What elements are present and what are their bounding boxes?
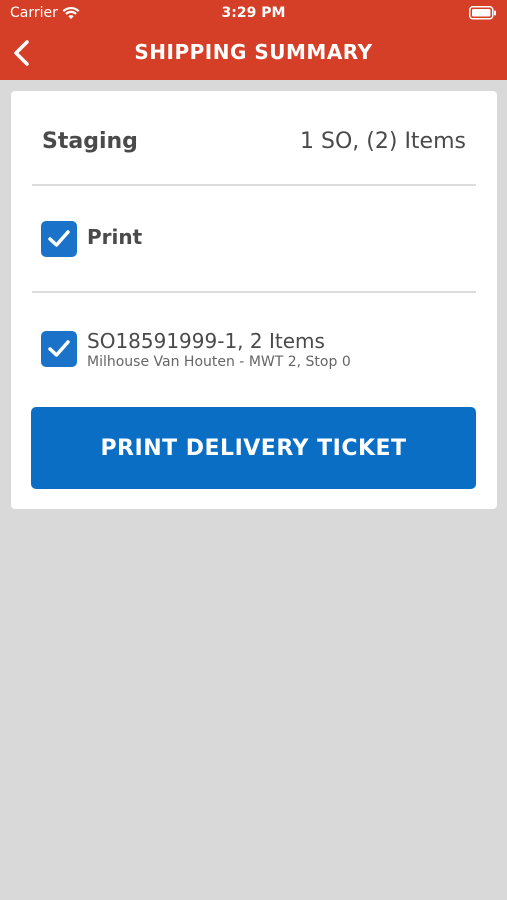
order-subtitle: Milhouse Van Houten - MWT 2, Stop 0 bbox=[87, 354, 351, 370]
order-checkbox[interactable] bbox=[41, 331, 77, 367]
status-bar: Carrier 3:29 PM bbox=[0, 0, 507, 28]
print-label: Print bbox=[87, 225, 143, 249]
divider bbox=[32, 184, 476, 186]
print-checkbox[interactable] bbox=[41, 221, 77, 257]
print-delivery-ticket-button[interactable]: PRINT DELIVERY TICKET bbox=[31, 407, 476, 489]
navigation-bar: Carrier 3:29 PM SHIPPING SUMMARY bbox=[0, 0, 507, 80]
summary-card: Staging 1 SO, (2) Items Print SO18591999… bbox=[11, 91, 497, 509]
status-time: 3:29 PM bbox=[221, 5, 286, 21]
divider bbox=[32, 291, 476, 293]
checkmark-icon bbox=[48, 230, 70, 247]
staging-label: Staging bbox=[42, 129, 138, 154]
staging-row: Staging 1 SO, (2) Items bbox=[42, 129, 466, 159]
page-title: SHIPPING SUMMARY bbox=[134, 40, 373, 64]
staging-count: 1 SO, (2) Items bbox=[300, 129, 466, 154]
checkmark-icon bbox=[48, 340, 70, 357]
order-title: SO18591999-1, 2 Items bbox=[87, 329, 325, 353]
battery-icon bbox=[469, 6, 496, 20]
